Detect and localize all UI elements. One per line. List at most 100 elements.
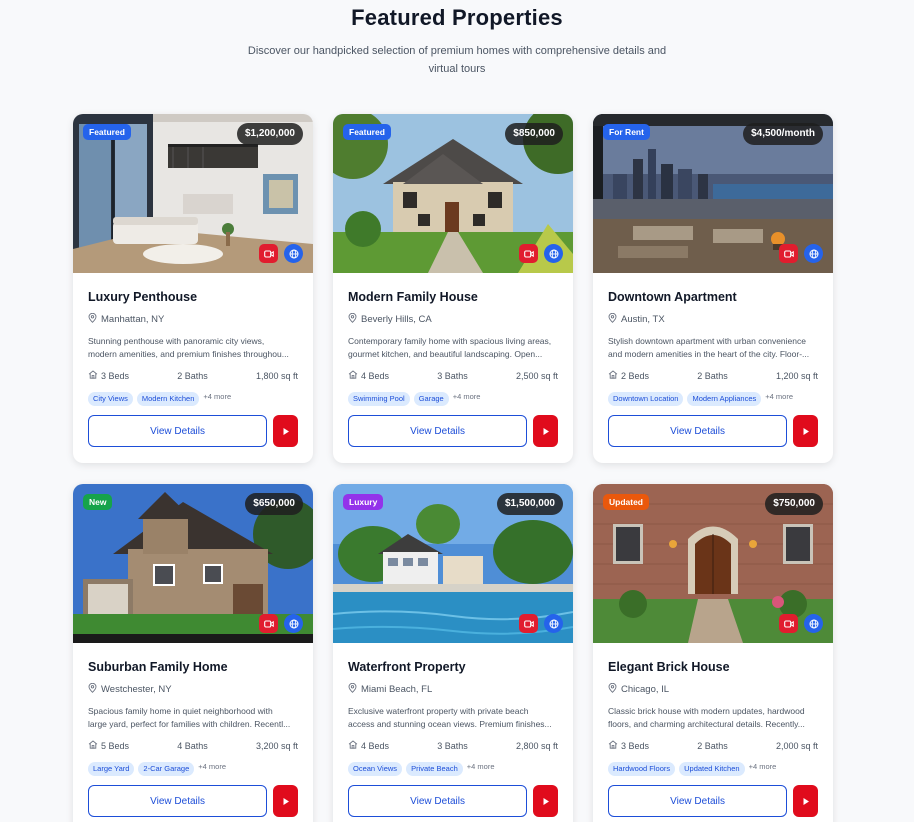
play-video-button[interactable]: [273, 785, 298, 817]
property-description: Contemporary family home with spacious l…: [348, 335, 558, 361]
property-image[interactable]: Featured $850,000: [333, 114, 573, 273]
property-title[interactable]: Downtown Apartment: [608, 290, 818, 304]
view-details-button[interactable]: View Details: [88, 415, 268, 447]
page-subtitle: Discover our handpicked selection of pre…: [247, 45, 667, 75]
property-stats: 3 Beds 2 Baths 2,000 sq ft: [608, 740, 818, 752]
card-actions: View Details: [608, 785, 818, 817]
amenity-tags: Ocean Views Private Beach +4 more: [348, 762, 558, 776]
status-badge: Updated: [603, 494, 649, 510]
video-tour-icon[interactable]: [519, 244, 538, 263]
card-body: Modern Family House Beverly Hills, CA Co…: [333, 290, 573, 447]
media-icons: [259, 614, 303, 633]
view-details-button[interactable]: View Details: [88, 785, 268, 817]
beds-text: 4 Beds: [361, 371, 390, 381]
video-tour-icon[interactable]: [519, 614, 538, 633]
property-image[interactable]: Luxury $1,500,000: [333, 484, 573, 643]
play-video-button[interactable]: [533, 785, 558, 817]
baths-stat: 3 Baths: [437, 741, 468, 751]
area-text: 1,200 sq ft: [775, 371, 818, 381]
description-line: large yard, perfect for families with ch…: [88, 719, 291, 729]
amenity-tags: Large Yard 2-Car Garage +4 more: [88, 762, 298, 776]
beds-text: 4 Beds: [361, 741, 390, 751]
more-tags-count: +4 more: [748, 761, 777, 771]
price-tag: $1,500,000: [496, 493, 563, 515]
location-text: Chicago, IL: [621, 684, 670, 695]
property-image[interactable]: For Rent $4,500/month: [593, 114, 833, 273]
description-line: floors, and charming architectural detai…: [608, 719, 805, 729]
beds-stat: 5 Beds: [88, 740, 129, 752]
play-video-button[interactable]: [793, 785, 818, 817]
property-image[interactable]: Updated $750,000: [593, 484, 833, 643]
map-pin-icon: [88, 682, 97, 697]
property-image[interactable]: New $650,000: [73, 484, 313, 643]
property-description: Classic brick house with modern updates,…: [608, 705, 818, 731]
virtual-tour-globe-icon[interactable]: [284, 614, 303, 633]
card-actions: View Details: [88, 785, 298, 817]
property-title[interactable]: Suburban Family Home: [88, 660, 298, 674]
card-actions: View Details: [348, 785, 558, 817]
area-stat: 1,200 sq ft: [776, 370, 818, 382]
play-icon: [543, 797, 549, 805]
play-video-button[interactable]: [793, 415, 818, 447]
media-icons: [519, 614, 563, 633]
beds-stat: 3 Beds: [608, 740, 649, 752]
status-badge: Luxury: [343, 494, 384, 510]
property-card-5[interactable]: Luxury $1,500,000 Waterfront Property Mi…: [333, 484, 573, 822]
view-details-button[interactable]: View Details: [608, 415, 788, 447]
property-card-1[interactable]: Featured $1,200,000 Luxury Penthouse Man…: [73, 114, 313, 463]
more-tags-count: +4 more: [203, 391, 232, 401]
card-actions: View Details: [88, 415, 298, 447]
virtual-tour-globe-icon[interactable]: [544, 244, 563, 263]
amenity-tag: Swimming Pool: [348, 392, 410, 406]
virtual-tour-globe-icon[interactable]: [804, 244, 823, 263]
property-card-2[interactable]: Featured $850,000 Modern Family House Be…: [333, 114, 573, 463]
virtual-tour-globe-icon[interactable]: [284, 244, 303, 263]
play-icon: [283, 427, 289, 435]
beds-text: 3 Beds: [101, 371, 130, 381]
view-details-button[interactable]: View Details: [348, 415, 528, 447]
beds-text: 5 Beds: [101, 741, 130, 751]
property-location: Austin, TX: [608, 312, 818, 327]
play-video-button[interactable]: [273, 415, 298, 447]
virtual-tour-globe-icon[interactable]: [544, 614, 563, 633]
play-video-button[interactable]: [533, 415, 558, 447]
view-details-button[interactable]: View Details: [608, 785, 788, 817]
beds-stat: 2 Beds: [608, 370, 649, 382]
property-card-6[interactable]: Updated $750,000 Elegant Brick House Chi…: [593, 484, 833, 822]
property-title[interactable]: Elegant Brick House: [608, 660, 818, 674]
property-image[interactable]: Featured $1,200,000: [73, 114, 313, 273]
area-text: 2,500 sq ft: [515, 371, 558, 381]
property-card-4[interactable]: New $650,000 Suburban Family Home Westch…: [73, 484, 313, 822]
home-icon: [88, 370, 98, 382]
more-tags-count: +4 more: [452, 391, 481, 401]
property-title[interactable]: Luxury Penthouse: [88, 290, 298, 304]
amenity-tag: Ocean Views: [348, 762, 403, 776]
status-badge: New: [83, 494, 113, 510]
property-card-3[interactable]: For Rent $4,500/month Downtown Apartment…: [593, 114, 833, 463]
price-tag: $750,000: [765, 493, 823, 515]
video-tour-icon[interactable]: [779, 244, 798, 263]
card-body: Luxury Penthouse Manhattan, NY Stunning …: [73, 290, 313, 447]
card-actions: View Details: [348, 415, 558, 447]
property-description: Exclusive waterfront property with priva…: [348, 705, 558, 731]
baths-stat: 4 Baths: [177, 741, 208, 751]
virtual-tour-globe-icon[interactable]: [804, 614, 823, 633]
video-tour-icon[interactable]: [259, 244, 278, 263]
amenity-tag: Hardwood Floors: [608, 762, 676, 776]
card-body: Suburban Family Home Westchester, NY Spa…: [73, 660, 313, 817]
video-tour-icon[interactable]: [779, 614, 798, 633]
card-actions: View Details: [608, 415, 818, 447]
amenity-tags: Swimming Pool Garage +4 more: [348, 392, 558, 406]
amenity-tags: Hardwood Floors Updated Kitchen +4 more: [608, 762, 818, 776]
property-title[interactable]: Modern Family House: [348, 290, 558, 304]
beds-stat: 4 Beds: [348, 370, 389, 382]
area-text: 1,800 sq ft: [255, 371, 298, 381]
description-line: Classic brick house with modern updates,…: [608, 706, 805, 716]
video-tour-icon[interactable]: [259, 614, 278, 633]
map-pin-icon: [608, 682, 617, 697]
amenity-tag: Private Beach: [406, 762, 463, 776]
view-details-button[interactable]: View Details: [348, 785, 528, 817]
media-icons: [259, 244, 303, 263]
area-stat: 1,800 sq ft: [256, 370, 298, 382]
property-title[interactable]: Waterfront Property: [348, 660, 558, 674]
